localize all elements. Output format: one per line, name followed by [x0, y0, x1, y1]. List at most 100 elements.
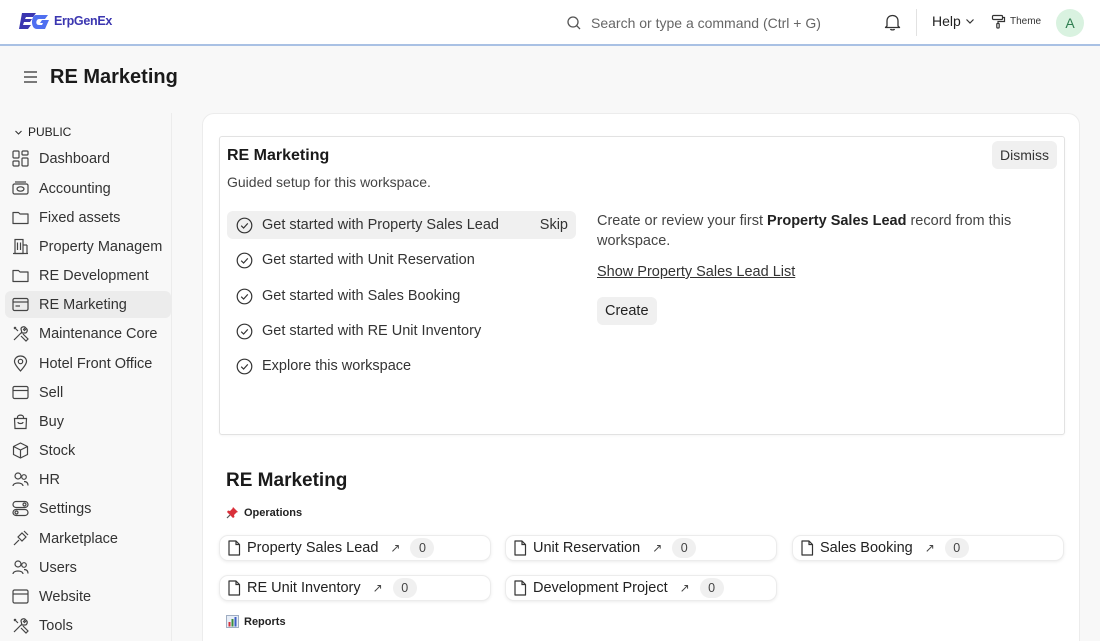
sidebar-item-hotel-front-office[interactable]: Hotel Front Office [5, 350, 171, 377]
folder-icon [12, 269, 29, 283]
description-text: Create or review your first [597, 213, 768, 229]
chevron-down-icon [965, 19, 974, 24]
tools-icon [13, 326, 29, 342]
pushpin-icon [226, 507, 238, 519]
shortcut-label: Development Project [533, 580, 668, 596]
building-icon [13, 238, 28, 255]
sidebar-item-re-marketing[interactable]: RE Marketing [5, 291, 171, 318]
brand-name: ErpGenEx [54, 14, 113, 28]
command-search[interactable] [566, 12, 866, 34]
onboarding-step-label: Get started with RE Unit Inventory [262, 323, 482, 339]
search-input[interactable] [591, 15, 851, 31]
shortcut-count: 0 [672, 538, 697, 558]
onboarding-step-description: Create or review your first Property Sal… [597, 211, 1057, 251]
dismiss-button[interactable]: Dismiss [992, 141, 1057, 169]
check-circle-icon [236, 323, 253, 339]
sidebar-item-marketplace[interactable]: Marketplace [5, 525, 171, 552]
arrow-up-right-icon: ↗ [390, 541, 401, 555]
sidebar-item-fixed-assets[interactable]: Fixed assets [5, 204, 171, 231]
onboarding-title: RE Marketing [227, 147, 330, 164]
sidebar-item-accounting[interactable]: Accounting [5, 175, 171, 202]
shortcut-count: 0 [410, 538, 435, 558]
sidebar-item-label: Accounting [39, 180, 111, 197]
sidebar-item-sell[interactable]: Sell [5, 379, 171, 406]
page-title: RE Marketing [50, 66, 178, 88]
document-icon [514, 580, 527, 596]
onboarding-card: RE Marketing Guided setup for this works… [219, 136, 1065, 435]
sidebar-item-buy[interactable]: Buy [5, 408, 171, 435]
onboarding-step[interactable]: Get started with Property Sales Lead Ski… [227, 211, 576, 239]
sidebar-item-label: Dashboard [39, 150, 110, 167]
bar-chart-icon [226, 615, 239, 628]
sidebar-item-property-management[interactable]: Property Managem [5, 233, 171, 260]
marketplace-icon [13, 530, 29, 546]
sidebar-item-maintenance-core[interactable]: Maintenance Core [5, 320, 171, 347]
box-icon [12, 442, 29, 459]
sidebar-item-label: Maintenance Core [39, 325, 158, 342]
settings-icon [12, 500, 29, 517]
create-button[interactable]: Create [597, 297, 657, 325]
sidebar-item-users[interactable]: Users [5, 554, 171, 581]
sidebar-item-label: RE Development [39, 267, 149, 284]
skip-button[interactable]: Skip [540, 217, 568, 233]
paint-roller-icon [991, 14, 1006, 29]
user-avatar[interactable]: A [1056, 9, 1084, 37]
theme-label: Theme [1010, 16, 1042, 27]
shortcut-sales-booking[interactable]: Sales Booking ↗ 0 [792, 535, 1064, 561]
sidebar-item-re-development[interactable]: RE Development [5, 262, 171, 289]
onboarding-step-label: Explore this workspace [262, 358, 412, 374]
folder-icon [12, 211, 29, 225]
sidebar-item-dashboard[interactable]: Dashboard [5, 145, 171, 172]
shortcut-re-unit-inventory[interactable]: RE Unit Inventory ↗ 0 [219, 575, 491, 601]
brand-logo[interactable]: ErpGenEx [18, 10, 112, 32]
help-label: Help [932, 13, 961, 29]
reports-group-heading: Reports [226, 615, 286, 628]
workspace-main: RE Marketing Guided setup for this works… [202, 113, 1080, 641]
sidebar-section-public[interactable]: PUBLIC [14, 125, 71, 139]
sell-icon [12, 385, 29, 400]
logo-icon [19, 13, 49, 29]
shortcut-label: Unit Reservation [533, 540, 641, 556]
chevron-down-icon [15, 130, 22, 135]
accounting-icon [12, 181, 29, 195]
shortcut-count: 0 [392, 578, 417, 598]
help-dropdown[interactable]: Help [932, 13, 975, 29]
onboarding-step[interactable]: Explore this workspace [227, 352, 576, 380]
sidebar-item-tools[interactable]: Tools [5, 612, 171, 639]
onboarding-step-label: Get started with Property Sales Lead [262, 217, 499, 233]
shortcut-label: RE Unit Inventory [247, 580, 361, 596]
check-circle-icon [236, 217, 253, 233]
bell-icon [884, 14, 901, 31]
search-icon [567, 16, 581, 30]
shortcut-unit-reservation[interactable]: Unit Reservation ↗ 0 [505, 535, 777, 561]
operations-label: Operations [244, 506, 303, 519]
sidebar-item-settings[interactable]: Settings [5, 495, 171, 522]
top-navbar: ErpGenEx Help Theme A [0, 0, 1100, 46]
onboarding-subtitle: Guided setup for this workspace. [227, 174, 431, 190]
sidebar-item-label: Tools [39, 617, 73, 634]
sidebar-toggle-button[interactable] [23, 70, 38, 84]
theme-button[interactable]: Theme [991, 14, 1041, 29]
sidebar-item-label: Fixed assets [39, 209, 121, 226]
onboarding-step[interactable]: Get started with RE Unit Inventory [227, 317, 576, 345]
shortcut-label: Sales Booking [820, 540, 913, 556]
shortcut-development-project[interactable]: Development Project ↗ 0 [505, 575, 777, 601]
hamburger-icon [24, 71, 37, 83]
sidebar-item-stock[interactable]: Stock [5, 437, 171, 464]
sidebar-item-label: Users [39, 559, 77, 576]
onboarding-step[interactable]: Get started with Unit Reservation [227, 246, 576, 274]
onboarding-step[interactable]: Get started with Sales Booking [227, 282, 576, 310]
arrow-up-right-icon: ↗ [372, 581, 383, 595]
shortcut-property-sales-lead[interactable]: Property Sales Lead ↗ 0 [219, 535, 491, 561]
sidebar-item-website[interactable]: Website [5, 583, 171, 610]
location-icon [13, 355, 28, 372]
sidebar-item-label: Buy [39, 413, 64, 430]
navbar-divider [916, 9, 917, 36]
operations-group-heading: Operations [226, 506, 302, 519]
document-icon [801, 540, 814, 556]
sidebar-item-hr[interactable]: HR [5, 466, 171, 493]
notifications-button[interactable] [884, 13, 901, 31]
website-icon [12, 589, 29, 604]
show-list-link[interactable]: Show Property Sales Lead List [597, 264, 795, 280]
check-circle-icon [236, 358, 253, 374]
